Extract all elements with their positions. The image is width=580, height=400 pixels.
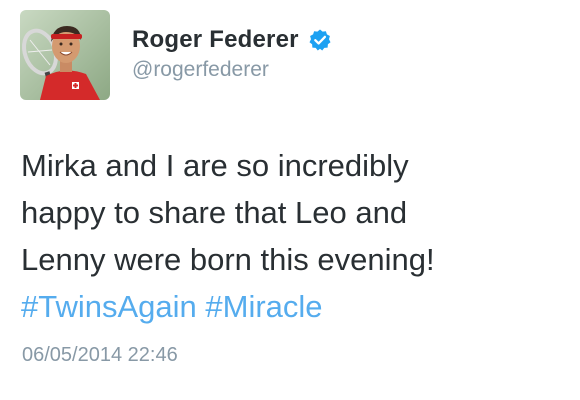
verified-badge-icon [308, 28, 332, 52]
display-name[interactable]: Roger Federer [132, 26, 299, 54]
author-block: Roger Federer @rogerfederer [132, 24, 332, 82]
tweet-text: Mirka and I are so incredibly happy to s… [21, 142, 566, 330]
tweet-card: Roger Federer @rogerfederer Mirka and I … [0, 0, 580, 400]
hashtag-link[interactable]: #TwinsAgain [21, 289, 197, 324]
display-name-row: Roger Federer [132, 24, 332, 56]
hashtag-line: #TwinsAgain #Miracle [21, 283, 566, 330]
tweet-text-line: happy to share that Leo and [21, 195, 408, 230]
avatar[interactable] [20, 10, 110, 100]
tweet-text-line: Mirka and I are so incredibly [21, 148, 409, 183]
tweet-timestamp[interactable]: 06/05/2014 22:46 [22, 344, 178, 367]
profile-photo-icon [20, 10, 110, 100]
hashtag-link[interactable]: #Miracle [205, 289, 322, 324]
user-handle[interactable]: @rogerfederer [132, 58, 332, 82]
tweet-text-line: Lenny were born this evening! [21, 242, 435, 277]
